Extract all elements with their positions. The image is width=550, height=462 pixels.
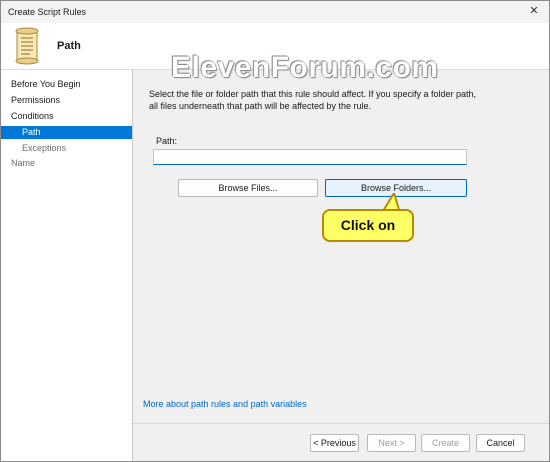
previous-button[interactable]: < Previous	[310, 434, 359, 452]
wizard-content: Select the file or folder path that this…	[133, 70, 549, 461]
sidebar-item-permissions[interactable]: Permissions	[1, 94, 132, 107]
script-scroll-icon	[15, 27, 39, 65]
cancel-button[interactable]: Cancel	[476, 434, 525, 452]
more-about-path-rules-link[interactable]: More about path rules and path variables	[143, 399, 307, 409]
path-description: Select the file or folder path that this…	[149, 89, 477, 111]
sidebar-item-conditions[interactable]: Conditions	[1, 110, 132, 123]
create-script-rules-window: Create Script Rules ✕ Path ElevenForum.c…	[0, 0, 550, 462]
wizard-steps-sidebar: Before You Begin Permissions Conditions …	[1, 70, 133, 461]
browse-files-button[interactable]: Browse Files...	[178, 179, 318, 197]
next-button: Next >	[367, 434, 416, 452]
create-button: Create	[421, 434, 470, 452]
sidebar-item-before-you-begin[interactable]: Before You Begin	[1, 78, 132, 91]
footer-divider	[133, 423, 549, 424]
path-label: Path:	[156, 136, 178, 146]
title-bar: Create Script Rules ✕	[1, 1, 549, 23]
path-input[interactable]	[153, 149, 467, 165]
page-title: Path	[57, 40, 81, 52]
close-icon[interactable]: ✕	[527, 4, 541, 18]
click-on-callout: Click on	[322, 209, 414, 242]
window-title: Create Script Rules	[8, 7, 87, 17]
sidebar-item-name: Name	[11, 158, 36, 168]
sidebar-item-exceptions: Exceptions	[22, 143, 67, 153]
sidebar-item-path[interactable]: Path	[1, 126, 132, 139]
